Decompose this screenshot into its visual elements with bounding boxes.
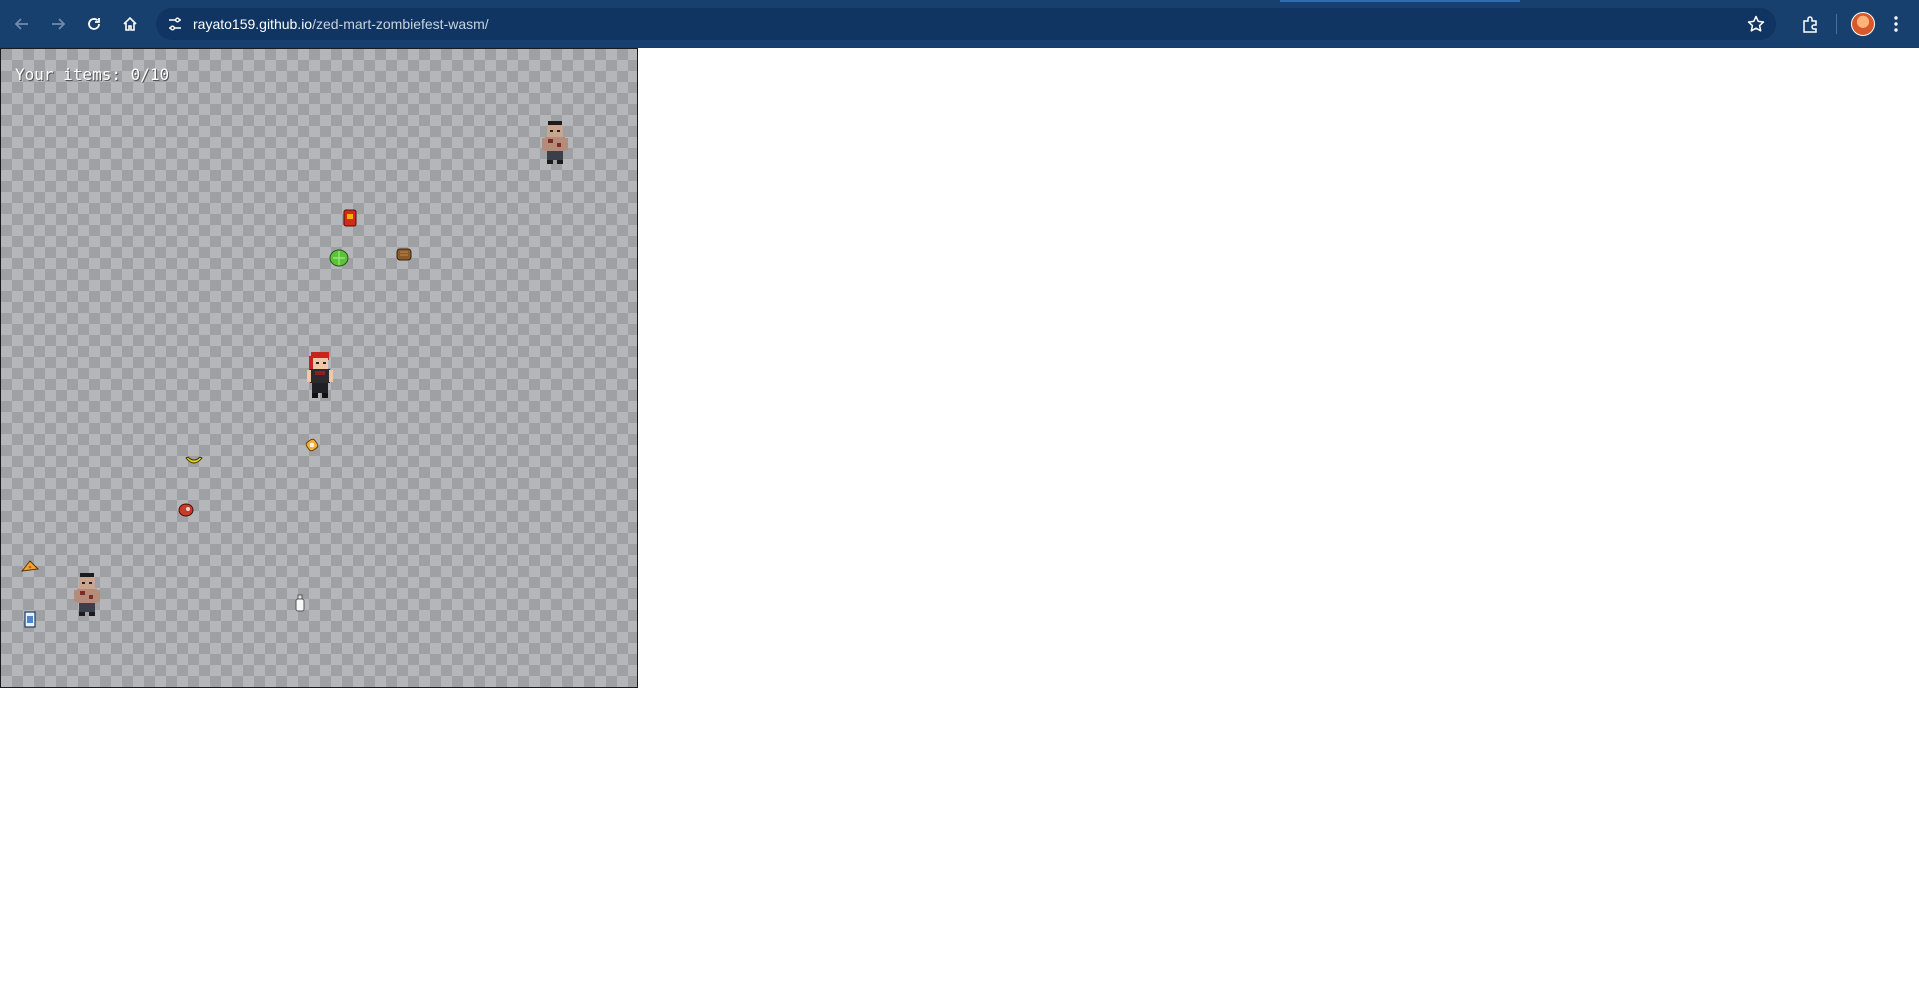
bookmark-star-icon[interactable] bbox=[1746, 14, 1766, 34]
meat-item bbox=[178, 503, 194, 517]
url-path: /zed-mart-zombiefest-wasm/ bbox=[312, 16, 489, 32]
reload-icon[interactable] bbox=[81, 11, 107, 37]
tab-strip-indicator bbox=[1280, 0, 1520, 2]
player-sprite bbox=[304, 351, 336, 401]
red-can-item bbox=[342, 209, 358, 227]
address-bar[interactable]: rayato159.github.io/zed-mart-zombiefest-… bbox=[156, 8, 1776, 40]
back-arrow-icon[interactable] bbox=[9, 11, 35, 37]
milk-bottle-item bbox=[294, 594, 306, 612]
extensions-icon[interactable] bbox=[1797, 11, 1823, 37]
profile-avatar-icon[interactable] bbox=[1851, 12, 1875, 36]
zombie-sprite bbox=[71, 571, 103, 619]
bandage-item bbox=[304, 437, 320, 453]
game-canvas[interactable]: Your items: 0/10 bbox=[0, 48, 638, 688]
toolbar-separator bbox=[1836, 14, 1837, 34]
zombie-sprite bbox=[539, 119, 571, 167]
browser-toolbar: rayato159.github.io/zed-mart-zombiefest-… bbox=[0, 0, 1919, 48]
url-host: rayato159.github.io bbox=[193, 16, 313, 32]
forward-arrow-icon[interactable] bbox=[45, 11, 71, 37]
juice-carton-item bbox=[23, 610, 37, 628]
brown-bread-item bbox=[396, 247, 412, 261]
banana-item bbox=[185, 454, 203, 466]
items-counter: Your items: 0/10 bbox=[15, 65, 170, 84]
home-icon[interactable] bbox=[117, 11, 143, 37]
menu-kebab-icon[interactable] bbox=[1883, 11, 1909, 37]
cheese-item bbox=[21, 559, 39, 573]
green-cabbage-item bbox=[329, 249, 349, 267]
url-text[interactable]: rayato159.github.io/zed-mart-zombiefest-… bbox=[193, 8, 489, 40]
site-info-icon[interactable] bbox=[166, 15, 184, 33]
